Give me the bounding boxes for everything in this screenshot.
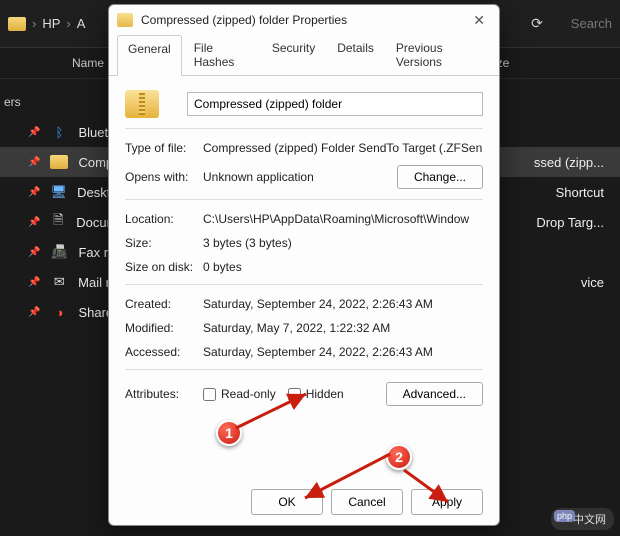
- pin-icon: 📌: [28, 307, 40, 318]
- properties-dialog: Compressed (zipped) folder Properties ✕ …: [108, 4, 500, 526]
- dialog-tabs: General File Hashes Security Details Pre…: [109, 35, 499, 76]
- opens-with-value: Unknown application: [203, 170, 397, 184]
- created-value: Saturday, September 24, 2022, 2:26:43 AM: [203, 297, 483, 311]
- dialog-title: Compressed (zipped) folder Properties: [141, 13, 459, 27]
- folder-icon: [8, 17, 26, 31]
- watermark: 中文网: [551, 508, 614, 530]
- pin-icon: 📌: [28, 157, 40, 168]
- sharex-icon: ◑: [50, 303, 68, 321]
- type-value: Compressed (zipped) Folder SendTo Target…: [203, 141, 483, 155]
- label: Accessed:: [125, 345, 203, 359]
- modified-value: Saturday, May 7, 2022, 1:22:32 AM: [203, 321, 483, 335]
- search-input[interactable]: Search: [571, 16, 612, 31]
- hidden-checkbox[interactable]: Hidden: [288, 387, 344, 401]
- pin-icon: 📌: [28, 217, 40, 228]
- annotation-marker-2: 2: [386, 444, 412, 470]
- pin-icon: 📌: [28, 127, 40, 138]
- readonly-checkbox[interactable]: Read-only: [203, 387, 276, 401]
- label: Size:: [125, 236, 203, 250]
- label: Modified:: [125, 321, 203, 335]
- pin-icon: 📌: [28, 187, 40, 198]
- document-icon: 🗎: [50, 213, 66, 231]
- refresh-icon[interactable]: ⟳: [521, 9, 553, 38]
- label: Size on disk:: [125, 260, 203, 274]
- tab-security[interactable]: Security: [262, 35, 325, 75]
- label: Opens with:: [125, 170, 203, 184]
- label: Location:: [125, 212, 203, 226]
- tab-general[interactable]: General: [117, 35, 182, 76]
- close-icon[interactable]: ✕: [467, 12, 491, 29]
- chevron-right-icon: ›: [32, 16, 36, 31]
- bluetooth-icon: ᛒ: [50, 123, 68, 141]
- mail-icon: ✉: [50, 273, 68, 291]
- file-name-input[interactable]: [187, 92, 483, 116]
- breadcrumb-segment[interactable]: A: [77, 16, 86, 31]
- location-value: C:\Users\HP\AppData\Roaming\Microsoft\Wi…: [203, 212, 483, 226]
- fax-icon: 📠: [50, 243, 68, 261]
- size-on-disk-value: 0 bytes: [203, 260, 483, 274]
- breadcrumb-segment[interactable]: HP: [42, 16, 60, 31]
- zip-folder-icon: [125, 90, 159, 118]
- label: Type of file:: [125, 141, 203, 155]
- tab-panel-general: Type of file:Compressed (zipped) Folder …: [109, 76, 499, 479]
- pin-icon: 📌: [28, 277, 40, 288]
- size-value: 3 bytes (3 bytes): [203, 236, 483, 250]
- tab-details[interactable]: Details: [327, 35, 384, 75]
- zip-folder-icon: [50, 153, 68, 171]
- apply-button[interactable]: Apply: [411, 489, 483, 515]
- dialog-titlebar[interactable]: Compressed (zipped) folder Properties ✕: [109, 5, 499, 35]
- tab-previous-versions[interactable]: Previous Versions: [386, 35, 491, 75]
- zip-folder-icon: [117, 13, 133, 27]
- chevron-right-icon: ›: [66, 16, 70, 31]
- cancel-button[interactable]: Cancel: [331, 489, 403, 515]
- label: Attributes:: [125, 387, 203, 401]
- tab-file-hashes[interactable]: File Hashes: [184, 35, 260, 75]
- accessed-value: Saturday, September 24, 2022, 2:26:43 AM: [203, 345, 483, 359]
- label: Created:: [125, 297, 203, 311]
- pin-icon: 📌: [28, 247, 40, 258]
- advanced-button[interactable]: Advanced...: [386, 382, 483, 406]
- ok-button[interactable]: OK: [251, 489, 323, 515]
- annotation-marker-1: 1: [216, 420, 242, 446]
- dialog-button-row: OK Cancel Apply: [109, 479, 499, 525]
- desktop-icon: 🖥: [50, 183, 67, 201]
- change-button[interactable]: Change...: [397, 165, 483, 189]
